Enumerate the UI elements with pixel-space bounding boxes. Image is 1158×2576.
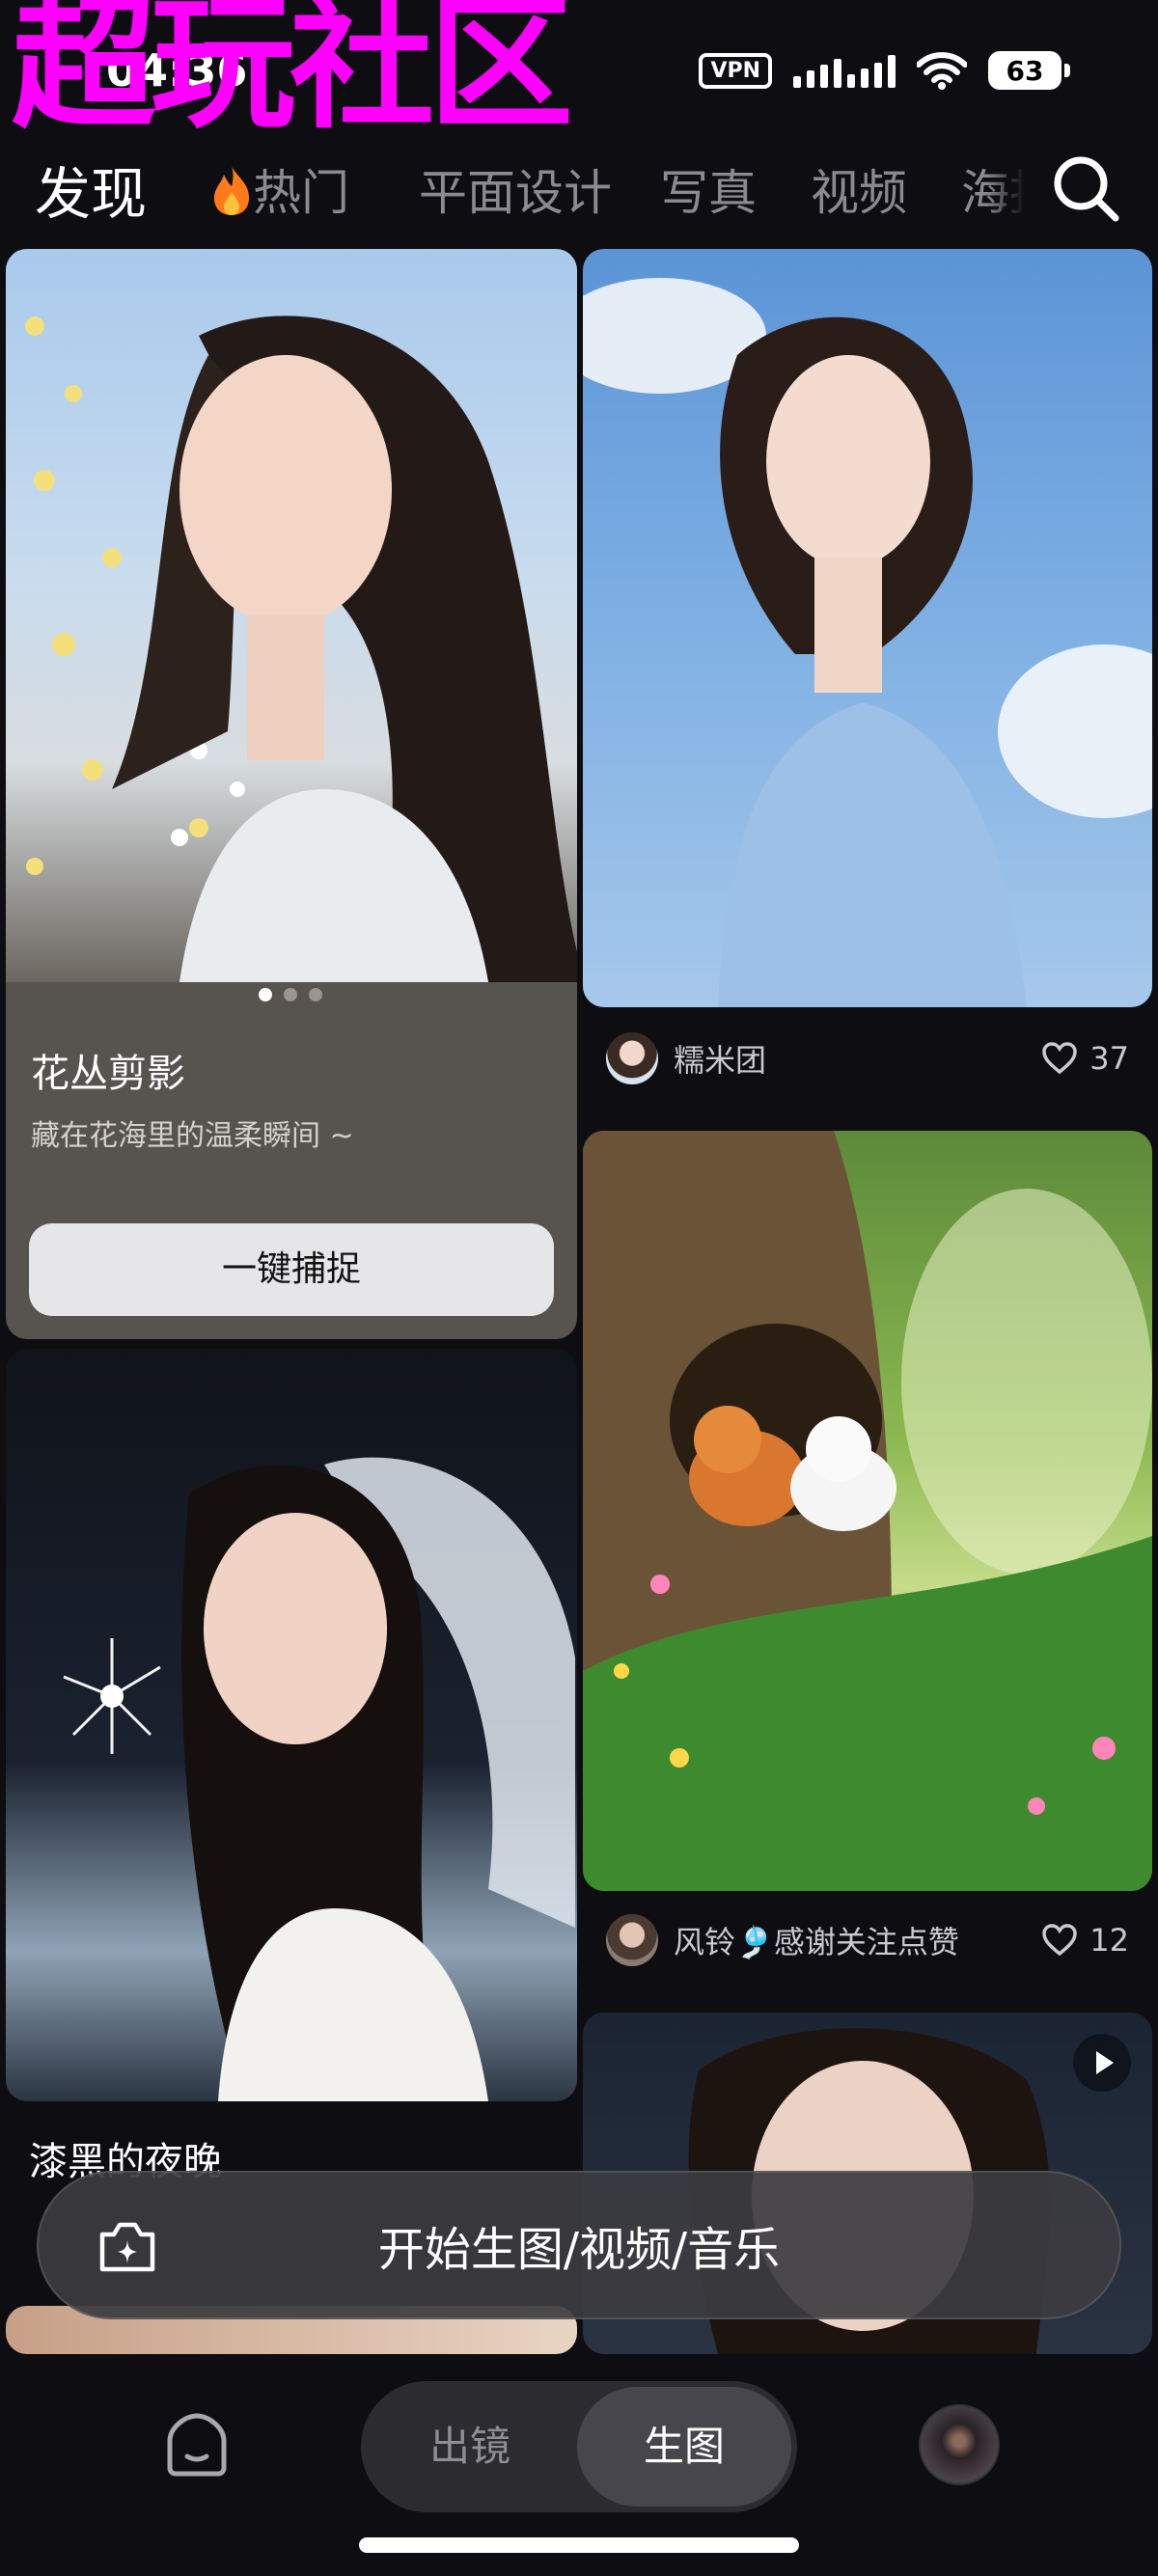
night-card[interactable] (6, 1349, 577, 2101)
avatar (606, 1032, 658, 1084)
like-count: 37 (1089, 1040, 1129, 1077)
tab-hot-label: 热门 (253, 165, 349, 221)
search-icon[interactable] (1050, 152, 1121, 224)
blue-dress-author[interactable]: 糯米团 (606, 1032, 766, 1084)
blue-dress-card[interactable] (583, 249, 1152, 1007)
heart-icon (1042, 1042, 1078, 1075)
featured-subtitle: 藏在花海里的温柔瞬间 ~ (31, 1119, 354, 1153)
status-icons: VPN 63 (699, 46, 1070, 95)
like-count: 12 (1089, 1922, 1129, 1959)
forest-illustration (583, 1131, 1152, 1891)
wifi-icon (917, 52, 967, 90)
featured-image (6, 249, 577, 982)
tab-photo[interactable]: 写真 (660, 154, 757, 224)
night-illustration (63, 1457, 575, 2101)
tab-discover[interactable]: 发现 (35, 149, 147, 230)
featured-illustration (25, 315, 577, 982)
forest-author[interactable]: 风铃🎐感谢关注点赞 (606, 1914, 959, 1966)
segment-appear[interactable]: 出镜 (361, 2381, 579, 2512)
profile-avatar[interactable] (919, 2404, 1000, 2485)
author-name: 糯米团 (674, 1042, 767, 1079)
capture-button[interactable]: 一键捕捉 (29, 1223, 554, 1316)
home-icon[interactable] (160, 2408, 234, 2481)
carousel-dots (259, 988, 322, 1001)
author-name: 风铃🎐感谢关注点赞 (674, 1924, 959, 1960)
fire-icon (214, 167, 249, 215)
tab-poster[interactable]: 海报 (961, 154, 1025, 224)
tab-hot[interactable]: 热门 (210, 154, 349, 224)
category-tabs: 发现 热门 平面设计 写真 视频 海报 (0, 145, 1158, 232)
play-icon (1096, 2051, 1114, 2074)
forest-card[interactable] (583, 1131, 1152, 1891)
blue-dress-image (583, 249, 1152, 1007)
blue-dress-illustration (583, 278, 1152, 1007)
forest-image (583, 1131, 1152, 1891)
blue-dress-likes[interactable]: 37 (1041, 1040, 1129, 1077)
battery-icon: 63 (988, 51, 1070, 90)
mode-segmented-control: 出镜 生图 (361, 2381, 797, 2512)
avatar (606, 1914, 658, 1966)
heart-icon (1042, 1924, 1078, 1957)
play-button[interactable] (1073, 2034, 1131, 2092)
create-bar-label: 开始生图/视频/音乐 (377, 2223, 781, 2277)
bottom-nav: 出镜 生图 (0, 2354, 1158, 2576)
featured-card[interactable]: 花丛剪影 藏在花海里的温柔瞬间 ~ 一键捕捉 (6, 249, 577, 1339)
night-image (6, 1349, 577, 2101)
home-indicator (359, 2537, 799, 2553)
watermark-text: 超玩社区 (12, 0, 573, 149)
forest-likes[interactable]: 12 (1041, 1922, 1129, 1959)
segment-generate[interactable]: 生图 (577, 2381, 791, 2512)
signal-icon (793, 53, 896, 88)
vpn-badge: VPN (699, 52, 772, 89)
create-bar[interactable]: 开始生图/视频/音乐 (37, 2171, 1121, 2319)
tab-video[interactable]: 视频 (811, 154, 907, 224)
tab-graphic-design[interactable]: 平面设计 (419, 154, 612, 224)
featured-title: 花丛剪影 (31, 1052, 185, 1096)
